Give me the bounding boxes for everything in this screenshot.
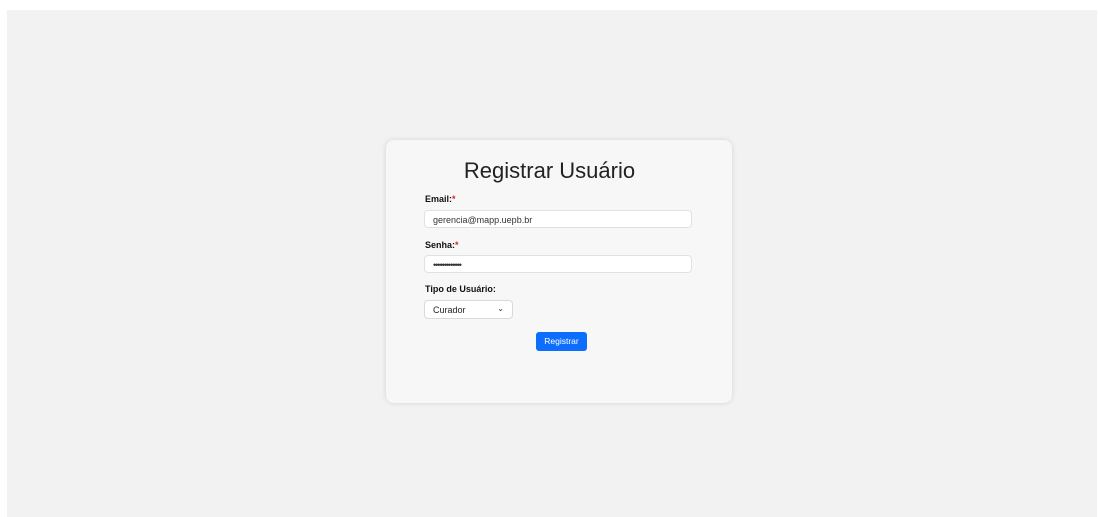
page-title: Registrar Usuário: [463, 158, 636, 183]
password-required-marker: *: [455, 240, 459, 250]
email-required-marker: *: [452, 194, 456, 204]
email-field[interactable]: gerencia@mapp.uepb.br: [424, 210, 692, 228]
password-field[interactable]: •••••••••••••: [424, 255, 692, 273]
chevron-down-icon: ⌄: [497, 304, 504, 313]
password-label: Senha:*: [425, 240, 459, 250]
user-type-label: Tipo de Usuário:: [425, 284, 496, 294]
user-type-selected-value: Curador: [433, 305, 466, 315]
email-label-text: Email:: [425, 194, 453, 204]
password-label-text: Senha:: [425, 240, 456, 250]
register-button[interactable]: Registrar: [536, 332, 587, 351]
user-type-select[interactable]: Curador ⌄: [424, 300, 513, 319]
email-label: Email:*: [425, 194, 456, 204]
